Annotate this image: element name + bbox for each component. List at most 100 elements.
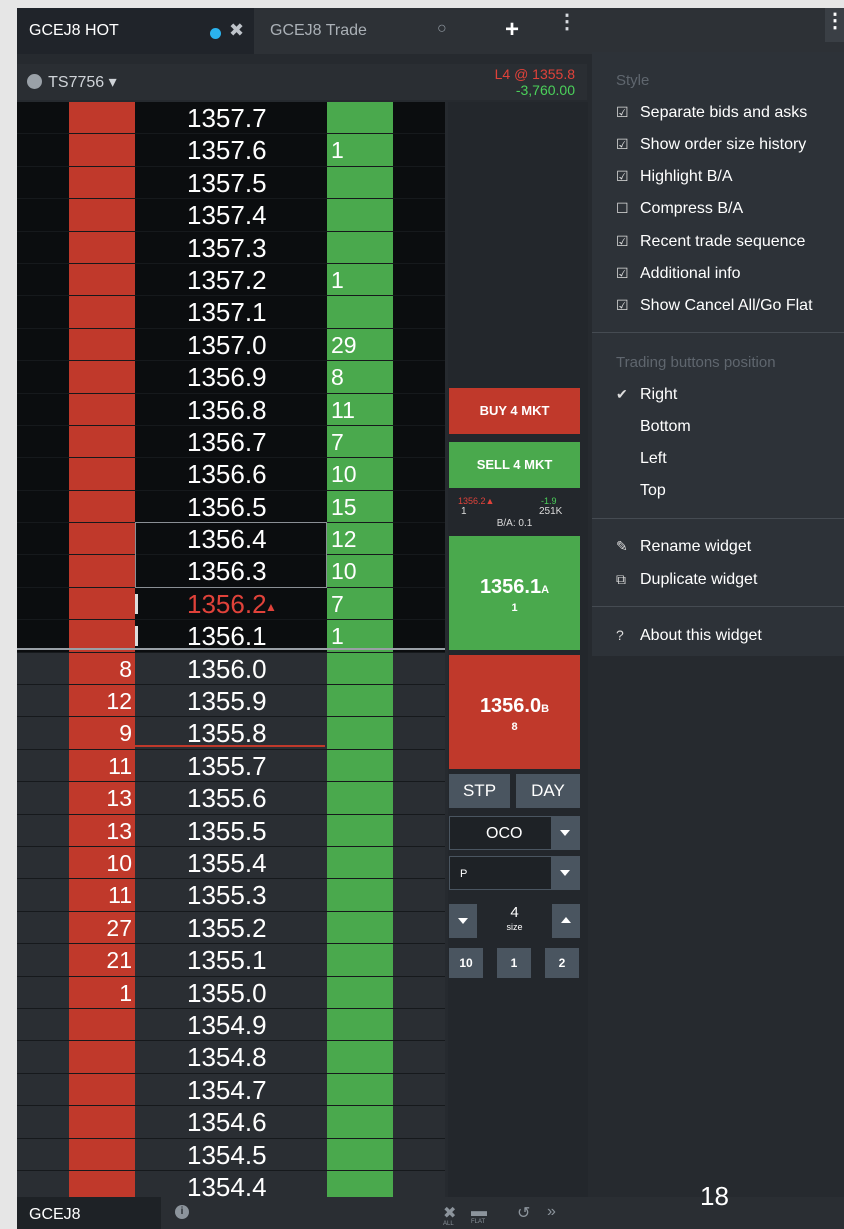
- order-cell-right[interactable]: [393, 426, 445, 457]
- menu-item-additional-info[interactable]: ☑ Additional info: [616, 265, 741, 283]
- order-cell-right[interactable]: [393, 167, 445, 198]
- order-cell-left[interactable]: [17, 879, 69, 910]
- sell-market-button[interactable]: SELL 4 MKT: [449, 442, 580, 488]
- ask-size-cell[interactable]: [327, 976, 393, 1008]
- bid-size-cell[interactable]: 13: [69, 782, 135, 814]
- menu-item-duplicate-widget[interactable]: ⧉ Duplicate widget: [616, 571, 757, 589]
- buy-market-button[interactable]: BUY 4 MKT: [449, 388, 580, 434]
- tab-gcej8-trade[interactable]: GCEJ8 Trade ○: [254, 8, 447, 54]
- order-cell-right[interactable]: [393, 620, 445, 651]
- order-cell-left[interactable]: [17, 296, 69, 327]
- bid-size-cell[interactable]: 8: [69, 652, 135, 685]
- bid-size-cell[interactable]: [69, 458, 135, 490]
- order-cell-left[interactable]: [17, 1139, 69, 1170]
- ask-size-cell[interactable]: 12: [327, 523, 393, 555]
- ask-size-cell[interactable]: [327, 102, 393, 134]
- order-cell-left[interactable]: [17, 361, 69, 392]
- order-cell-left[interactable]: [17, 199, 69, 230]
- ask-size-cell[interactable]: [327, 685, 393, 717]
- ask-size-cell[interactable]: [327, 717, 393, 749]
- ask-size-cell[interactable]: 1: [327, 263, 393, 296]
- order-cell-right[interactable]: [393, 1139, 445, 1170]
- ask-size-cell[interactable]: 7: [327, 587, 393, 620]
- order-cell-right[interactable]: [393, 523, 445, 554]
- bid-size-cell[interactable]: [69, 1138, 135, 1170]
- ask-size-cell[interactable]: [327, 814, 393, 846]
- ask-size-cell[interactable]: 10: [327, 555, 393, 587]
- account-selector[interactable]: TS7756 ▾: [27, 72, 117, 92]
- menu-item-highlight-ba[interactable]: ☑ Highlight B/A: [616, 168, 733, 186]
- order-cell-left[interactable]: [17, 458, 69, 489]
- menu-item-position-top[interactable]: Top: [616, 482, 666, 500]
- quick-size-10-button[interactable]: 10: [449, 948, 483, 978]
- menu-item-rename-widget[interactable]: ✎ Rename widget: [616, 538, 751, 556]
- bid-size-cell[interactable]: [69, 620, 135, 652]
- ask-size-cell[interactable]: [327, 1106, 393, 1138]
- order-cell-right[interactable]: [393, 296, 445, 327]
- order-cell-left[interactable]: [17, 264, 69, 295]
- menu-item-compress-ba[interactable]: ☐ Compress B/A: [616, 200, 743, 218]
- bid-size-cell[interactable]: [69, 490, 135, 523]
- order-cell-left[interactable]: [17, 1074, 69, 1105]
- order-cell-left[interactable]: [17, 1106, 69, 1137]
- order-cell-right[interactable]: [393, 1074, 445, 1105]
- ask-size-cell[interactable]: 15: [327, 490, 393, 523]
- order-cell-right[interactable]: [393, 361, 445, 392]
- ask-size-cell[interactable]: [327, 1138, 393, 1170]
- bid-size-cell[interactable]: 13: [69, 814, 135, 846]
- order-cell-right[interactable]: [393, 782, 445, 813]
- bid-size-cell[interactable]: [69, 555, 135, 587]
- order-cell-right[interactable]: [393, 232, 445, 263]
- order-cell-right[interactable]: [393, 847, 445, 878]
- bid-size-cell[interactable]: [69, 523, 135, 555]
- order-cell-left[interactable]: [17, 588, 69, 619]
- bid-size-cell[interactable]: [69, 1041, 135, 1073]
- order-cell-left[interactable]: [17, 167, 69, 198]
- tab-status-icon[interactable]: ○: [437, 20, 447, 38]
- add-tab-icon[interactable]: +: [505, 16, 519, 44]
- bid-size-cell[interactable]: [69, 393, 135, 425]
- order-cell-left[interactable]: [17, 1009, 69, 1040]
- order-cell-left[interactable]: [17, 1041, 69, 1072]
- ask-size-cell[interactable]: 7: [327, 425, 393, 458]
- order-cell-right[interactable]: [393, 717, 445, 748]
- bid-size-cell[interactable]: [69, 134, 135, 166]
- order-cell-right[interactable]: [393, 653, 445, 684]
- order-cell-right[interactable]: [393, 1009, 445, 1040]
- quick-size-2-button[interactable]: 2: [545, 948, 579, 978]
- ask-size-cell[interactable]: [327, 911, 393, 944]
- order-cell-left[interactable]: [17, 134, 69, 165]
- ask-size-cell[interactable]: [327, 1041, 393, 1073]
- bid-size-cell[interactable]: [69, 102, 135, 134]
- order-cell-left[interactable]: [17, 653, 69, 684]
- order-cell-left[interactable]: [17, 782, 69, 813]
- order-cell-right[interactable]: [393, 458, 445, 489]
- order-type-select[interactable]: OCO: [449, 816, 580, 850]
- menu-item-position-left[interactable]: Left: [616, 450, 667, 468]
- bid-size-cell[interactable]: [69, 199, 135, 231]
- order-cell-left[interactable]: [17, 620, 69, 651]
- bid-size-cell[interactable]: [69, 1073, 135, 1106]
- order-cell-right[interactable]: [393, 555, 445, 586]
- order-cell-right[interactable]: [393, 879, 445, 910]
- order-cell-right[interactable]: [393, 977, 445, 1008]
- bid-size-cell[interactable]: 9: [69, 717, 135, 749]
- order-cell-left[interactable]: [17, 685, 69, 716]
- cancel-all-button[interactable]: ✖ ALL: [443, 1203, 456, 1227]
- menu-item-position-bottom[interactable]: Bottom: [616, 418, 691, 436]
- order-cell-right[interactable]: [393, 912, 445, 943]
- ask-size-cell[interactable]: [327, 166, 393, 199]
- ask-size-cell[interactable]: 1: [327, 134, 393, 166]
- bid-size-cell[interactable]: 10: [69, 846, 135, 879]
- bid-size-cell[interactable]: 21: [69, 944, 135, 976]
- order-cell-left[interactable]: [17, 977, 69, 1008]
- ask-size-cell[interactable]: [327, 231, 393, 263]
- bid-size-cell[interactable]: [69, 296, 135, 328]
- quick-size-1-button[interactable]: 1: [497, 948, 531, 978]
- menu-item-position-right[interactable]: ✔ Right: [616, 386, 677, 404]
- bid-size-cell[interactable]: [69, 1106, 135, 1138]
- bid-size-cell[interactable]: [69, 1008, 135, 1041]
- order-cell-left[interactable]: [17, 329, 69, 360]
- order-cell-right[interactable]: [393, 394, 445, 425]
- order-cell-left[interactable]: [17, 815, 69, 846]
